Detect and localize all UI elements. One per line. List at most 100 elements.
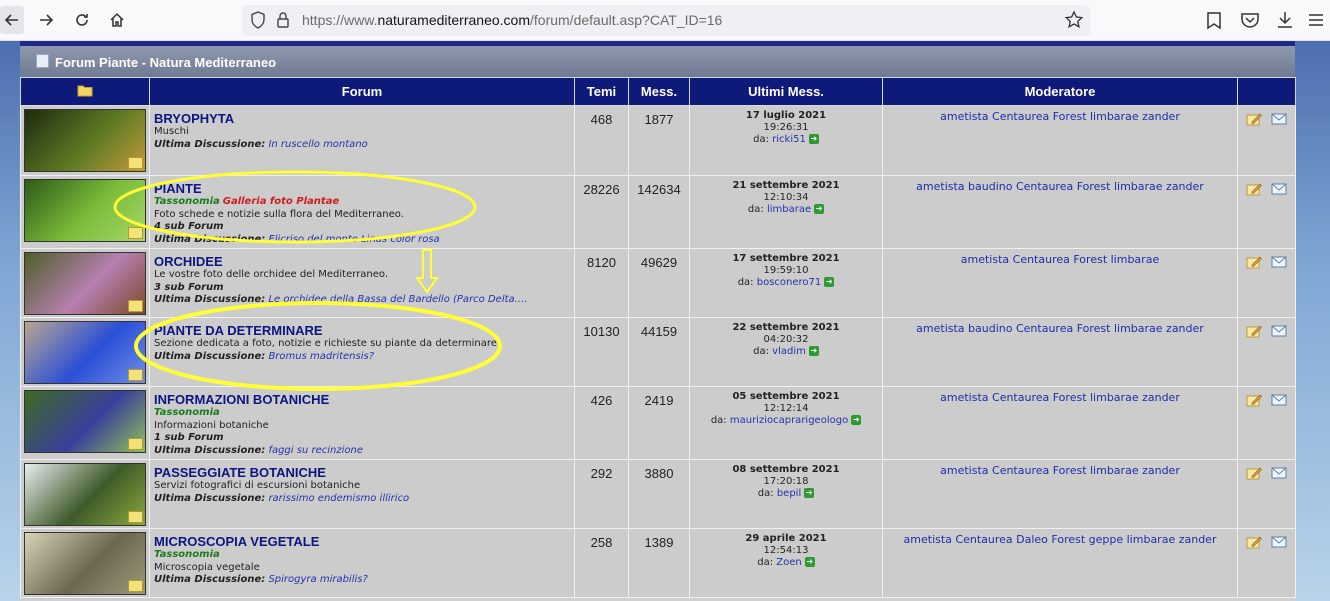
- new-topic-icon[interactable]: [1246, 324, 1263, 338]
- forum-description: Servizi fotografici di escursioni botani…: [154, 480, 361, 491]
- forum-thumbnail[interactable]: [24, 252, 146, 315]
- pocket-icon[interactable]: [1239, 9, 1261, 31]
- new-topic-icon[interactable]: [1246, 393, 1263, 407]
- forum-name-link[interactable]: ORCHIDEE: [154, 254, 570, 269]
- thumbnail-cell: [20, 386, 150, 460]
- forum-thumbnail[interactable]: [24, 321, 146, 384]
- collections-icon[interactable]: [1203, 9, 1225, 31]
- last-message-user[interactable]: limbarae: [767, 204, 811, 215]
- new-topic-icon[interactable]: [1246, 466, 1263, 480]
- moderators-cell[interactable]: ametista baudino Centaurea Forest limbar…: [882, 175, 1238, 249]
- forum-thumbnail[interactable]: [24, 109, 146, 172]
- go-to-last-post-icon[interactable]: ➜: [814, 204, 825, 214]
- actions-cell: [1237, 459, 1296, 529]
- moderators-cell[interactable]: ametista Centaurea Forest limbarae: [882, 248, 1238, 318]
- last-discussion-link[interactable]: In ruscello montano: [268, 139, 367, 150]
- last-discussion-label: Ultima Discussione:: [154, 294, 266, 305]
- moderators-cell[interactable]: ametista Centaurea Forest limbarae zande…: [882, 105, 1238, 176]
- subscribe-mail-icon[interactable]: [1271, 255, 1287, 269]
- address-bar[interactable]: https://www.naturamediterraneo.com/forum…: [242, 5, 1090, 36]
- url-text[interactable]: https://www.naturamediterraneo.com/forum…: [302, 12, 722, 28]
- last-message-user[interactable]: vladim: [772, 346, 806, 357]
- shield-icon[interactable]: [250, 11, 266, 29]
- topics-count: 426: [574, 386, 629, 460]
- folder-icon: [128, 369, 143, 381]
- new-topic-icon[interactable]: [1246, 535, 1263, 549]
- go-to-last-post-icon[interactable]: ➜: [808, 134, 819, 144]
- last-message-cell: 17 settembre 2021 19:59:10 da: bosconero…: [689, 248, 883, 318]
- forum-name-link[interactable]: BRYOPHYTA: [154, 111, 570, 126]
- forum-thumbnail[interactable]: [24, 532, 146, 595]
- forum-info-cell: PIANTE Tassonomia Galleria foto Plantae Fot…: [149, 175, 575, 249]
- moderators-cell[interactable]: ametista Centaurea Forest limbarae zande…: [882, 459, 1238, 529]
- taxonomy-link[interactable]: Tassonomia: [154, 549, 220, 560]
- back-button[interactable]: [0, 6, 24, 34]
- last-discussion-link[interactable]: rarissimo endemismo illirico: [268, 493, 409, 504]
- taxonomy-link[interactable]: Tassonomia: [154, 196, 220, 207]
- last-message-cell: 22 settembre 2021 04:20:32 da: vladim ➜: [689, 317, 883, 387]
- forward-button[interactable]: [32, 6, 60, 34]
- last-message-time: 12:12:14: [763, 403, 809, 414]
- messages-count: 3880: [628, 459, 690, 529]
- last-message-user[interactable]: Zoen: [776, 557, 801, 568]
- header-moderator: Moderatore: [882, 77, 1238, 106]
- moderators-cell[interactable]: ametista Centaurea Daleo Forest geppe li…: [882, 528, 1238, 598]
- download-icon[interactable]: [1274, 9, 1296, 31]
- last-message-time: 04:20:32: [763, 334, 809, 345]
- thumbnail-cell: [20, 175, 150, 249]
- go-to-last-post-icon[interactable]: ➜: [804, 557, 815, 567]
- category-header[interactable]: Forum Piante - Natura Mediterraneo: [20, 46, 1295, 77]
- last-discussion-link[interactable]: Le orchidee della Bassa del Bardello (Pa…: [268, 294, 527, 305]
- new-topic-icon[interactable]: [1246, 255, 1263, 269]
- subscribe-mail-icon[interactable]: [1271, 466, 1287, 480]
- last-discussion-link[interactable]: Spirogyra mirabilis?: [268, 574, 367, 585]
- last-message-user[interactable]: bepil: [777, 488, 801, 499]
- go-to-last-post-icon[interactable]: ➜: [824, 277, 835, 287]
- browser-toolbar: https://www.naturamediterraneo.com/forum…: [0, 0, 1330, 41]
- last-message-user[interactable]: ricki51: [772, 134, 806, 145]
- reload-button[interactable]: [68, 6, 96, 34]
- last-message-user[interactable]: mauriziocaprarigeologo: [730, 415, 848, 426]
- new-topic-icon[interactable]: [1246, 112, 1263, 126]
- last-discussion-label: Ultima Discussione:: [154, 444, 266, 456]
- subscribe-mail-icon[interactable]: [1271, 324, 1287, 338]
- go-to-last-post-icon[interactable]: ➜: [804, 488, 815, 498]
- forum-thumbnail[interactable]: [24, 390, 146, 453]
- last-discussion-link[interactable]: Elicriso del monte Linas color rosa: [268, 234, 439, 245]
- gallery-link[interactable]: Galleria foto Plantae: [223, 196, 339, 207]
- bookmark-star-icon[interactable]: [1064, 10, 1084, 30]
- messages-count: 2419: [628, 386, 690, 460]
- folder-icon: [128, 580, 143, 592]
- new-topic-icon[interactable]: [1246, 182, 1263, 196]
- last-discussion-link[interactable]: faggi su recinzione: [268, 445, 363, 456]
- moderators-cell[interactable]: ametista baudino Centaurea Forest limbar…: [882, 317, 1238, 387]
- topics-count: 10130: [574, 317, 629, 387]
- go-to-last-post-icon[interactable]: ➜: [851, 415, 862, 425]
- forum-info-cell: ORCHIDEE Le vostre foto delle orchidee de…: [149, 248, 575, 318]
- category-title[interactable]: Forum Piante - Natura Mediterraneo: [55, 46, 276, 80]
- forum-thumbnail[interactable]: [24, 179, 146, 242]
- last-message-by-label: da:: [757, 557, 774, 568]
- last-discussion-link[interactable]: Bromus madritensis?: [268, 351, 374, 362]
- folder-icon: [77, 85, 93, 96]
- taxonomy-link[interactable]: Tassonomia: [154, 407, 220, 418]
- forum-name-link[interactable]: PASSEGGIATE BOTANICHE: [154, 465, 570, 480]
- forum-name-link[interactable]: PIANTE DA DETERMINARE: [154, 323, 570, 338]
- menu-icon[interactable]: [1305, 9, 1327, 31]
- forum-name-link[interactable]: PIANTE: [154, 181, 570, 196]
- forum-thumbnail[interactable]: [24, 463, 146, 526]
- forum-name-link[interactable]: INFORMAZIONI BOTANICHE: [154, 392, 570, 407]
- moderators-cell[interactable]: ametista Centaurea Forest limbarae zande…: [882, 386, 1238, 460]
- last-discussion-label: Ultima Discussione:: [154, 138, 266, 150]
- home-button[interactable]: [103, 6, 131, 34]
- forum-name-link[interactable]: MICROSCOPIA VEGETALE: [154, 534, 570, 549]
- subscribe-mail-icon[interactable]: [1271, 182, 1287, 196]
- last-discussion-label: Ultima Discussione:: [154, 233, 266, 245]
- go-to-last-post-icon[interactable]: ➜: [808, 346, 819, 356]
- forum-container: Forum Piante - Natura Mediterraneo Forum…: [20, 41, 1296, 601]
- lock-icon[interactable]: [276, 11, 290, 29]
- subscribe-mail-icon[interactable]: [1271, 112, 1287, 126]
- subscribe-mail-icon[interactable]: [1271, 393, 1287, 407]
- subscribe-mail-icon[interactable]: [1271, 535, 1287, 549]
- last-message-user[interactable]: bosconero71: [757, 277, 822, 288]
